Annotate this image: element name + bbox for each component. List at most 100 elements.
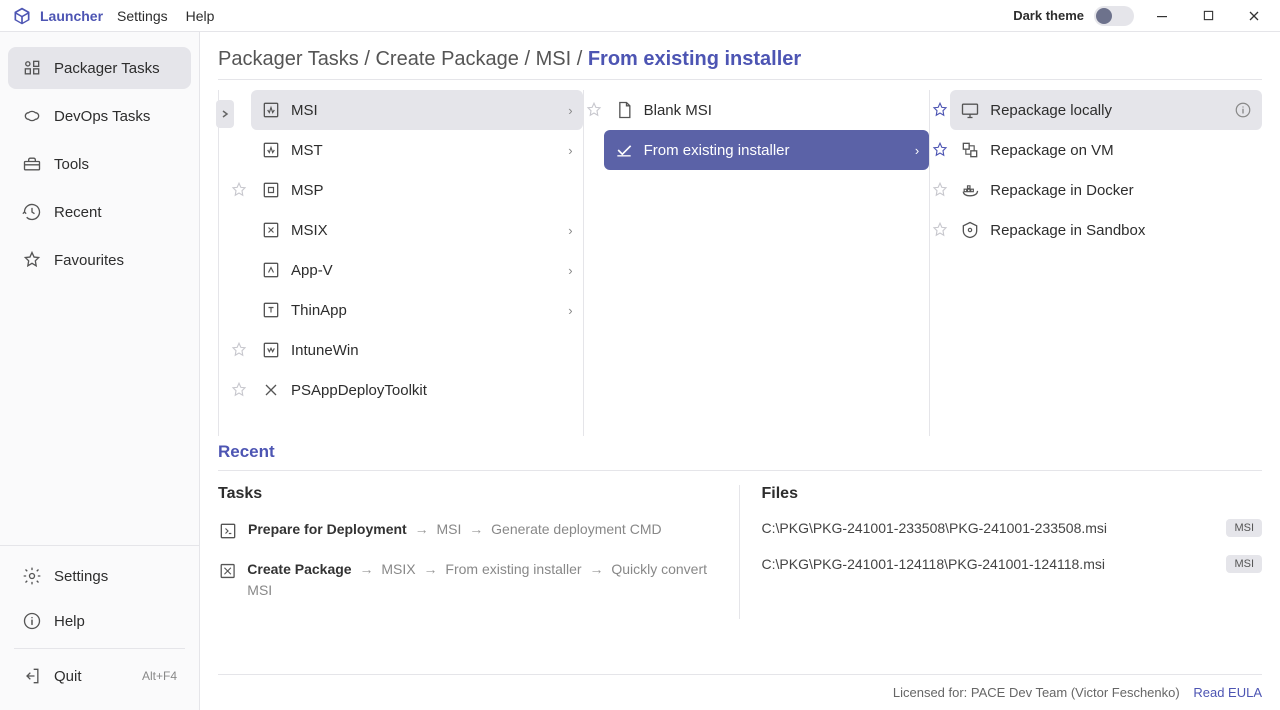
docker-icon — [960, 180, 980, 200]
eula-link[interactable]: Read EULA — [1193, 685, 1262, 700]
content-area: Packager Tasks / Create Package / MSI / … — [200, 32, 1280, 710]
option-row-from-existing[interactable]: From existing installer › — [604, 130, 930, 170]
package-icon — [261, 260, 281, 280]
column-repackage-options: Repackage locally Repackage on VM Repack… — [929, 90, 1262, 436]
sidebar-item-tools[interactable]: Tools — [8, 143, 191, 185]
breadcrumb-link[interactable]: MSI — [536, 48, 572, 70]
repackage-row-locally[interactable]: Repackage locally — [950, 90, 1262, 130]
monitor-icon — [960, 100, 980, 120]
sidebar-item-label: Favourites — [54, 252, 124, 269]
gear-icon — [22, 566, 42, 586]
row-label: IntuneWin — [291, 342, 573, 359]
type-row-msix[interactable]: MSIX › — [251, 210, 583, 250]
footer: Licensed for: PACE Dev Team (Victor Fesc… — [218, 674, 1262, 700]
recent-task-row[interactable]: Prepare for Deployment → MSI → Generate … — [218, 519, 719, 541]
favourite-star[interactable] — [230, 341, 248, 359]
row-label: MSP — [291, 182, 573, 199]
sidebar-item-label: Settings — [54, 568, 108, 585]
dark-theme-toggle[interactable] — [1094, 6, 1134, 26]
titlebar: Launcher Settings Help Dark theme — [0, 0, 1280, 32]
row-label: Repackage in Docker — [990, 182, 1252, 199]
info-icon[interactable] — [1234, 101, 1252, 119]
package-icon — [261, 340, 281, 360]
task-path: Generate deployment CMD — [491, 521, 661, 537]
menu-help[interactable]: Help — [186, 8, 215, 24]
favourite-star[interactable] — [931, 101, 949, 119]
type-row-thinapp[interactable]: ThinApp › — [251, 290, 583, 330]
type-row-mst[interactable]: MST › — [251, 130, 583, 170]
app-title: Launcher — [40, 8, 103, 24]
sidebar-item-help[interactable]: Help — [8, 600, 191, 642]
sidebar-item-label: DevOps Tasks — [54, 108, 150, 125]
favourite-star[interactable] — [585, 101, 603, 119]
deploy-icon — [218, 521, 238, 541]
star-icon — [22, 250, 42, 270]
sidebar-item-label: Tools — [54, 156, 89, 173]
favourite-star[interactable] — [931, 221, 949, 239]
file-badge: MSI — [1226, 519, 1262, 537]
task-bold: Create Package — [247, 561, 351, 577]
vm-icon — [960, 140, 980, 160]
row-label: Repackage locally — [990, 102, 1224, 119]
row-label: From existing installer — [644, 142, 905, 159]
breadcrumb-link[interactable]: Create Package — [375, 48, 518, 70]
sidebar-item-settings[interactable]: Settings — [8, 555, 191, 597]
sidebar-item-label: Help — [54, 613, 85, 630]
menu-settings[interactable]: Settings — [117, 8, 168, 24]
task-bold: Prepare for Deployment — [248, 521, 407, 537]
license-text: Licensed for: PACE Dev Team (Victor Fesc… — [893, 685, 1180, 700]
favourite-star[interactable] — [230, 181, 248, 199]
sidebar-item-packager-tasks[interactable]: Packager Tasks — [8, 47, 191, 89]
type-row-psapp[interactable]: PSAppDeployToolkit — [251, 370, 583, 410]
row-label: PSAppDeployToolkit — [291, 382, 573, 399]
recent-files-title: Files — [762, 485, 1263, 503]
recent-files-column: Files C:\PKG\PKG-241001-233508\PKG-24100… — [739, 485, 1263, 619]
type-row-appv[interactable]: App-V › — [251, 250, 583, 290]
breadcrumb-current: From existing installer — [588, 48, 801, 70]
favourite-star[interactable] — [230, 381, 248, 399]
sidebar-item-favourites[interactable]: Favourites — [8, 239, 191, 281]
type-row-msi[interactable]: MSI › — [251, 90, 583, 130]
repackage-row-vm[interactable]: Repackage on VM — [950, 130, 1262, 170]
column-package-types: MSI › MST › MSP — [218, 90, 583, 436]
sandbox-icon — [960, 220, 980, 240]
recent-tasks-title: Tasks — [218, 485, 719, 503]
favourite-star[interactable] — [931, 141, 949, 159]
devops-icon — [22, 106, 42, 126]
row-label: Repackage in Sandbox — [990, 222, 1252, 239]
collapse-handle[interactable] — [216, 100, 234, 128]
sidebar: Packager Tasks DevOps Tasks Tools Recent… — [0, 32, 200, 710]
option-row-blank-msi[interactable]: Blank MSI — [604, 90, 930, 130]
dark-theme-label: Dark theme — [1013, 8, 1084, 23]
recent-file-row[interactable]: C:\PKG\PKG-241001-233508\PKG-241001-2335… — [762, 519, 1263, 537]
sidebar-item-devops-tasks[interactable]: DevOps Tasks — [8, 95, 191, 137]
type-row-intunewin[interactable]: IntuneWin — [251, 330, 583, 370]
sidebar-item-recent[interactable]: Recent — [8, 191, 191, 233]
row-label: Blank MSI — [644, 102, 920, 119]
chevron-right-icon: › — [568, 303, 572, 318]
sidebar-item-quit[interactable]: Quit Alt+F4 — [8, 655, 191, 697]
quit-icon — [22, 666, 42, 686]
type-row-msp[interactable]: MSP — [251, 170, 583, 210]
maximize-button[interactable] — [1190, 2, 1226, 30]
recent-file-row[interactable]: C:\PKG\PKG-241001-124118\PKG-241001-1241… — [762, 555, 1263, 573]
recent-tasks-column: Tasks Prepare for Deployment → MSI → Gen… — [218, 485, 739, 619]
packager-icon — [22, 58, 42, 78]
recent-task-row[interactable]: Create Package → MSIX → From existing in… — [218, 559, 719, 601]
minimize-button[interactable] — [1144, 2, 1180, 30]
breadcrumb-link[interactable]: Packager Tasks — [218, 48, 359, 70]
file-badge: MSI — [1226, 555, 1262, 573]
document-icon — [614, 100, 634, 120]
favourite-star[interactable] — [931, 181, 949, 199]
package-icon — [261, 100, 281, 120]
package-icon — [261, 220, 281, 240]
info-icon — [22, 611, 42, 631]
app-logo-icon — [12, 6, 32, 26]
close-button[interactable] — [1236, 2, 1272, 30]
repackage-row-sandbox[interactable]: Repackage in Sandbox — [950, 210, 1262, 250]
repackage-row-docker[interactable]: Repackage in Docker — [950, 170, 1262, 210]
column-msi-options: Blank MSI From existing installer › — [583, 90, 930, 436]
file-path: C:\PKG\PKG-241001-124118\PKG-241001-1241… — [762, 556, 1215, 572]
row-label: MSI — [291, 102, 558, 119]
history-icon — [22, 202, 42, 222]
